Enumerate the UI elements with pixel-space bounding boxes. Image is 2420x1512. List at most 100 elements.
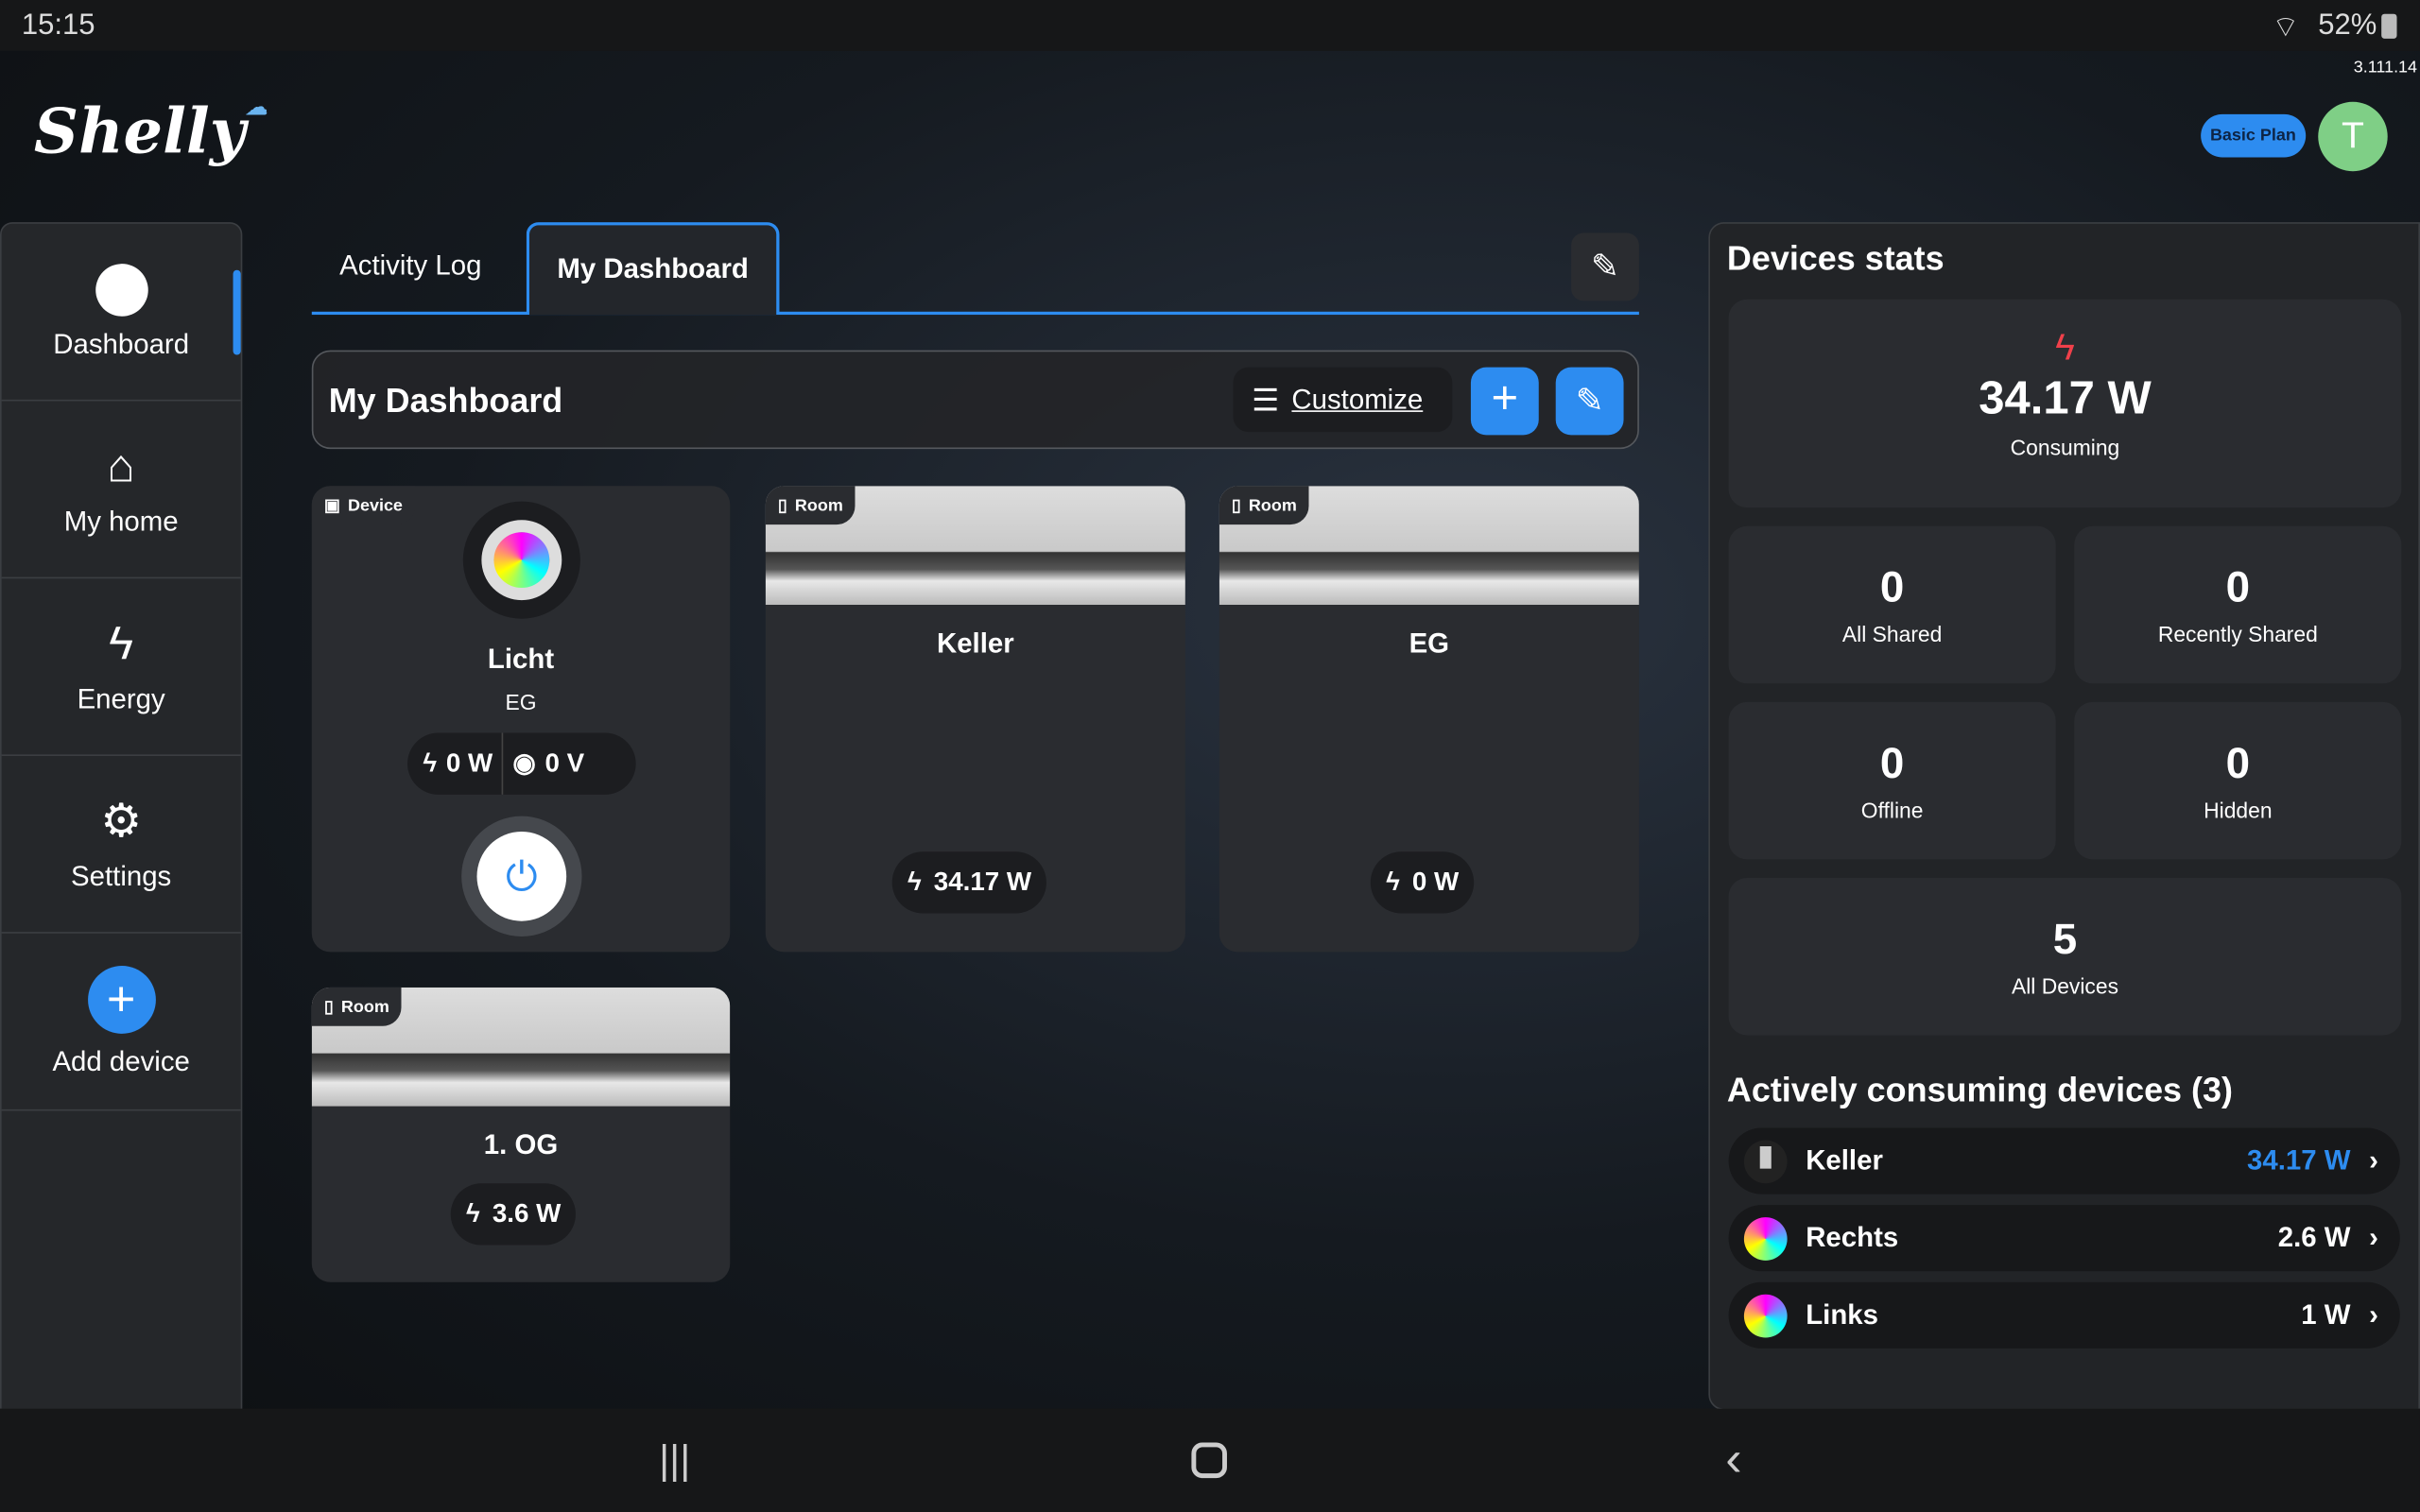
device-power: 2.6 W	[2277, 1222, 2351, 1253]
shelly-logo: Shelly☁	[33, 95, 268, 168]
consuming-value: 34.17 W	[1979, 373, 2152, 424]
voltage-icon: ◉	[512, 747, 536, 778]
sidebar-item-dashboard[interactable]: Dashboard	[1, 224, 241, 402]
status-bar: 15:15 ⌔ 52%	[0, 0, 2420, 51]
consuming-tile[interactable]: ϟ 34.17 W Consuming	[1728, 299, 2402, 508]
device-card-licht[interactable]: ▣ Device Licht EG ϟ0 W ◉ 0 V ⏻	[311, 486, 731, 953]
active-device-row[interactable]: Rechts 2.6 W ›	[1728, 1205, 2400, 1272]
stat-label: All Devices	[2011, 973, 2119, 999]
power-icon: ⏻	[476, 831, 567, 921]
power-value: 0 W	[445, 747, 493, 778]
power-value: 34.17 W	[933, 867, 1032, 897]
active-devices-title: Actively consuming devices (3)	[1726, 1071, 2233, 1109]
bolt-icon: ϟ	[1386, 867, 1400, 897]
voltage-value: 0 V	[544, 747, 585, 778]
avatar[interactable]: T	[2318, 101, 2388, 172]
stat-all-devices[interactable]: 5 All Devices	[1728, 877, 2402, 1036]
power-reading: ϟ 34.17 W	[891, 851, 1047, 914]
battery-icon	[2381, 13, 2397, 39]
stat-value: 0	[1879, 739, 1905, 787]
room-card-keller[interactable]: ▯ Room Keller ϟ 34.17 W	[765, 486, 1185, 953]
palette-icon	[95, 263, 147, 316]
stat-recently-shared[interactable]: 0 Recently Shared	[2074, 525, 2402, 684]
clock: 15:15	[21, 9, 95, 43]
bolt-icon: ϟ	[423, 747, 438, 778]
stat-label: All Shared	[1841, 621, 1943, 647]
device-name: Links	[1806, 1298, 1878, 1331]
room-card-1-og[interactable]: ▯ Room 1. OG ϟ 3.6 W	[311, 987, 731, 1282]
edit-tabs-button[interactable]: ✎	[1571, 232, 1639, 301]
power-value: 0 W	[1411, 867, 1460, 897]
room-name: 1. OG	[483, 1129, 559, 1160]
sidebar-item-settings[interactable]: ⚙ Settings	[1, 756, 241, 934]
active-indicator	[233, 269, 241, 355]
badge-label: Device	[348, 495, 403, 515]
device-power: 1 W	[2301, 1298, 2351, 1331]
sidebar-item-my-home[interactable]: ⌂ My home	[1, 401, 241, 579]
stats-title: Devices stats	[1726, 239, 1945, 278]
dashboard-header: My Dashboard ☰ Customize + ✎	[311, 350, 1639, 450]
customize-label: Customize	[1291, 383, 1424, 415]
sidebar-label: My home	[63, 505, 179, 537]
device-power: 34.17 W	[2247, 1144, 2351, 1177]
customize-button[interactable]: ☰ Customize	[1233, 367, 1453, 433]
gear-icon: ⚙	[100, 796, 143, 848]
tab-activity-log[interactable]: Activity Log	[339, 249, 481, 282]
stat-label: Hidden	[2204, 798, 2273, 823]
stat-label: Recently Shared	[2157, 621, 2318, 647]
consuming-label: Consuming	[2010, 435, 2120, 460]
sliders-icon: ☰	[1252, 383, 1280, 418]
power-reading: ϟ 3.6 W	[450, 1183, 577, 1246]
chevron-right-icon: ›	[2369, 1298, 2378, 1331]
chevron-right-icon: ›	[2369, 1144, 2378, 1177]
device-room: EG	[505, 689, 537, 714]
readings: ϟ0 W ◉ 0 V	[407, 732, 636, 795]
stat-label: Offline	[1860, 798, 1924, 823]
active-device-row[interactable]: ▮ Keller 34.17 W ›	[1728, 1127, 2400, 1194]
bolt-icon: ϟ	[109, 617, 134, 669]
stat-all-shared[interactable]: 0 All Shared	[1728, 525, 2056, 684]
sidebar-label: Dashboard	[53, 327, 190, 359]
active-device-row[interactable]: Links 1 W ›	[1728, 1281, 2400, 1349]
tab-underline	[311, 311, 1639, 316]
chevron-right-icon: ›	[2369, 1222, 2378, 1253]
stat-value: 0	[2225, 562, 2251, 611]
room-name: Keller	[936, 627, 1014, 660]
bolt-icon: ϟ	[2055, 327, 2075, 369]
add-button[interactable]: +	[1470, 367, 1539, 436]
edit-button[interactable]: ✎	[1555, 367, 1624, 436]
stat-offline[interactable]: 0 Offline	[1728, 701, 2056, 860]
chip-icon: ▣	[323, 496, 340, 516]
card-badge: ▯ Room	[1219, 486, 1309, 525]
recent-apps-button[interactable]: |||	[659, 1436, 690, 1485]
version: 3.111.14	[2353, 59, 2418, 77]
home-icon: ⌂	[107, 440, 135, 491]
door-icon: ▯	[777, 496, 787, 516]
back-button[interactable]: ‹	[1725, 1430, 1741, 1486]
device-name: Rechts	[1806, 1222, 1899, 1253]
sidebar-item-add-device[interactable]: + Add device	[1, 934, 241, 1111]
power-toggle[interactable]: ⏻	[461, 816, 582, 937]
sidebar-label: Energy	[77, 682, 165, 714]
device-thumbnail	[1743, 1293, 1788, 1337]
door-icon: ▯	[1231, 496, 1241, 516]
room-card-eg[interactable]: ▯ Room EG ϟ 0 W	[1219, 486, 1639, 953]
card-badge: ▯ Room	[765, 486, 856, 525]
device-thumbnail: ▮	[1743, 1139, 1788, 1183]
plan-badge[interactable]: Basic Plan	[2201, 113, 2306, 158]
plus-icon: +	[1491, 373, 1519, 424]
device-name: Keller	[1806, 1144, 1883, 1177]
home-button[interactable]	[1191, 1442, 1227, 1479]
stat-value: 0	[2225, 739, 2251, 787]
sidebar-item-energy[interactable]: ϟ Energy	[1, 578, 241, 756]
device-thumbnail	[1743, 1216, 1788, 1261]
tab-my-dashboard[interactable]: My Dashboard	[526, 222, 780, 316]
power-reading: ϟ 0 W	[1370, 851, 1475, 914]
card-badge: ▣ Device	[311, 486, 416, 525]
stat-value: 0	[1879, 562, 1905, 611]
door-icon: ▯	[323, 998, 334, 1017]
pencil-icon: ✎	[1575, 381, 1604, 421]
stat-hidden[interactable]: 0 Hidden	[2074, 701, 2402, 860]
bolt-icon: ϟ	[466, 1198, 480, 1228]
badge-label: Room	[1248, 495, 1297, 515]
